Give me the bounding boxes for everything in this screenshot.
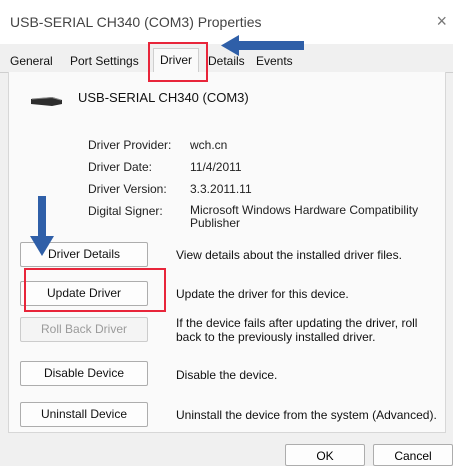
digital-signer-label: Digital Signer: [88, 204, 163, 218]
digital-signer-value: Microsoft Windows Hardware Compatibility… [190, 203, 419, 230]
driver-date-value: 11/4/2011 [190, 160, 242, 174]
roll-back-driver-description: If the device fails after updating the d… [176, 316, 418, 344]
update-driver-description: Update the driver for this device. [176, 287, 349, 301]
uninstall-device-button[interactable]: Uninstall Device [20, 402, 148, 427]
driver-version-value: 3.3.2011.11 [190, 182, 252, 196]
window-title: USB-SERIAL CH340 (COM3) Properties [10, 14, 262, 30]
tab-details[interactable]: Details [208, 54, 245, 68]
usb-cable-icon [30, 94, 64, 111]
driver-tab-highlight [148, 42, 208, 82]
tab-strip: General Port Settings Driver Details Eve… [0, 44, 453, 73]
driver-date-label: Driver Date: [88, 160, 153, 174]
update-driver-highlight [24, 268, 166, 312]
disable-device-description: Disable the device. [176, 368, 278, 382]
tab-general[interactable]: General [10, 54, 53, 68]
close-icon[interactable]: × [436, 12, 447, 30]
tab-port-settings[interactable]: Port Settings [70, 54, 139, 68]
device-name: USB-SERIAL CH340 (COM3) [78, 90, 249, 105]
disable-device-button[interactable]: Disable Device [20, 361, 148, 386]
roll-back-driver-button: Roll Back Driver [20, 317, 148, 342]
title-bar: USB-SERIAL CH340 (COM3) Properties × [0, 0, 453, 44]
driver-provider-value: wch.cn [190, 138, 228, 152]
driver-details-description: View details about the installed driver … [176, 248, 402, 262]
driver-provider-label: Driver Provider: [88, 138, 172, 152]
tab-events[interactable]: Events [256, 54, 293, 68]
driver-details-button[interactable]: Driver Details [20, 242, 148, 267]
driver-version-label: Driver Version: [88, 182, 167, 196]
uninstall-device-description: Uninstall the device from the system (Ad… [176, 408, 437, 422]
